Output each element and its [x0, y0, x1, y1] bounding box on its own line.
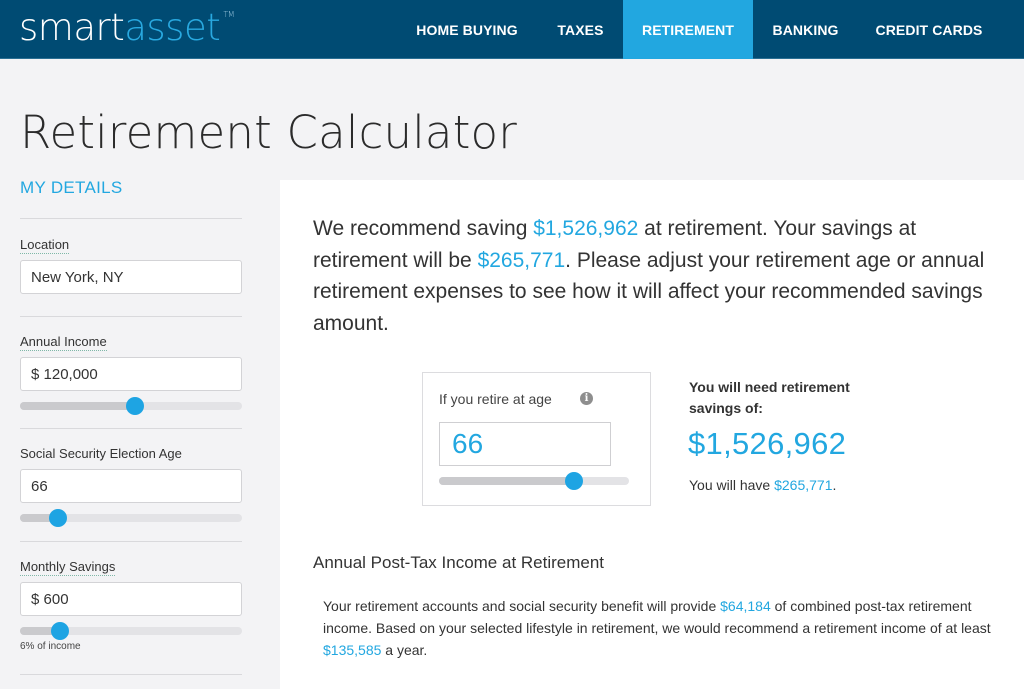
monthly-savings-input[interactable]: $ 600 [20, 582, 242, 616]
nav-home-buying[interactable]: HOME BUYING [396, 0, 538, 59]
slider-handle[interactable] [564, 472, 583, 490]
divider [20, 316, 242, 317]
annual-income-field: Annual Income $ 120,000 [20, 333, 242, 415]
slider-fill [20, 402, 136, 410]
slider-handle[interactable] [50, 622, 69, 640]
location-input[interactable]: New York, NY [20, 260, 242, 294]
recommendation-text: We recommend saving $1,526,962 at retire… [313, 213, 1013, 339]
ss-election-age-label: Social Security Election Age [20, 446, 182, 461]
nav-retirement[interactable]: RETIREMENT [623, 0, 753, 59]
retire-age-slider[interactable] [439, 472, 629, 490]
recommended-income-amount: $135,585 [323, 642, 382, 658]
ss-election-age-field: Social Security Election Age 66 [20, 445, 242, 527]
divider [20, 218, 242, 219]
retire-age-input[interactable]: 66 [439, 422, 611, 466]
location-field: Location New York, NY [20, 236, 242, 294]
logo-smart: smart [19, 6, 125, 49]
logo-asset: asset [124, 6, 221, 49]
ss-election-age-slider[interactable] [20, 509, 242, 527]
slider-fill [439, 477, 574, 485]
logo-trademark: TM [223, 10, 235, 19]
top-navigation-bar: smartasset TM HOME BUYING TAXES RETIREMEN… [0, 0, 1024, 59]
you-will-have-amount: $265,771 [774, 477, 833, 493]
text-segment: We recommend saving [313, 217, 534, 240]
need-savings-label: You will need retirement savings of: [689, 379, 850, 416]
page-title: Retirement Calculator [20, 106, 517, 159]
nav-banking[interactable]: BANKING [753, 0, 858, 59]
location-label[interactable]: Location [20, 237, 70, 254]
savings-percent-note: 6% of income [20, 641, 81, 652]
divider [20, 428, 242, 429]
retire-age-label: If you retire at age [439, 391, 552, 407]
combined-income-amount: $64,184 [720, 598, 771, 614]
results-panel: We recommend saving $1,526,962 at retire… [280, 180, 1024, 689]
divider [20, 541, 242, 542]
nav-credit-cards[interactable]: CREDIT CARDS [858, 0, 1000, 59]
post-tax-income-heading: Annual Post-Tax Income at Retirement [313, 553, 605, 572]
smartasset-logo[interactable]: smartasset TM [19, 6, 235, 49]
recommended-savings-amount: $1,526,962 [533, 217, 639, 240]
you-will-have-text: You will have $265,771. [689, 477, 836, 493]
text-segment: You will have [689, 477, 775, 493]
text-segment: Your retirement accounts and social secu… [323, 598, 721, 614]
main-nav: HOME BUYING TAXES RETIREMENT BANKING CRE… [396, 0, 1000, 59]
monthly-savings-field: Monthly Savings $ 600 6% of income [20, 558, 242, 652]
my-details-sidebar: MY DETAILS Location New York, NY Annual … [20, 178, 242, 675]
post-tax-income-text: Your retirement accounts and social secu… [323, 595, 1013, 661]
my-details-heading: MY DETAILS [20, 178, 123, 197]
annual-income-input[interactable]: $ 120,000 [20, 357, 242, 391]
info-icon[interactable]: i [580, 392, 593, 405]
text-segment: a year. [381, 642, 428, 658]
retire-age-box: If you retire at age i 66 [422, 372, 651, 506]
annual-income-slider[interactable] [20, 397, 242, 415]
slider-handle[interactable] [126, 397, 145, 415]
nav-taxes[interactable]: TAXES [538, 0, 623, 59]
annual-income-label[interactable]: Annual Income [20, 334, 107, 351]
monthly-savings-label[interactable]: Monthly Savings [20, 559, 116, 576]
projected-savings-amount: $265,771 [477, 248, 566, 272]
slider-handle[interactable] [48, 509, 67, 527]
ss-election-age-input[interactable]: 66 [20, 469, 242, 503]
divider [20, 674, 242, 675]
monthly-savings-slider[interactable] [20, 622, 242, 640]
text-segment: . [832, 477, 837, 493]
need-savings-amount: $1,526,962 [688, 426, 847, 461]
